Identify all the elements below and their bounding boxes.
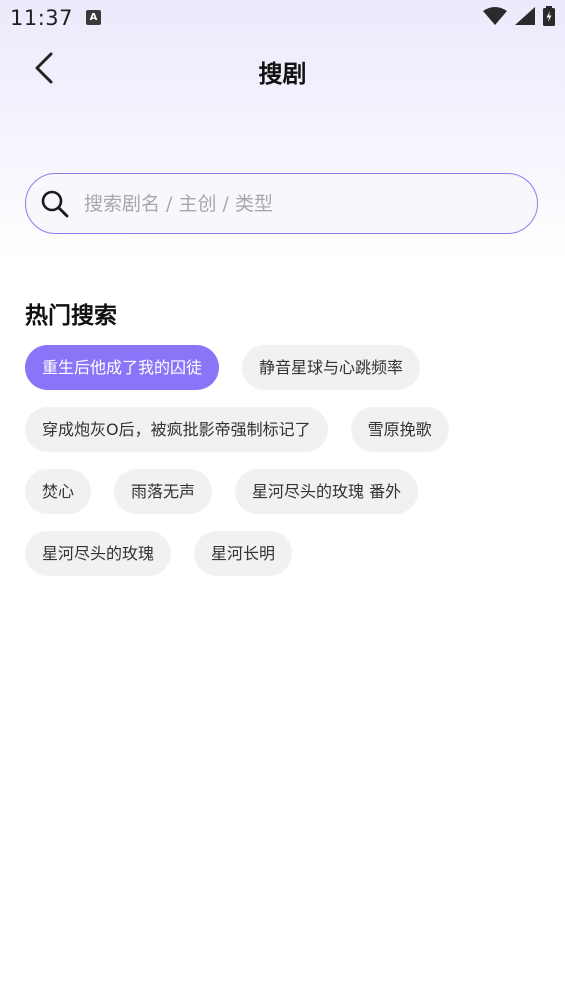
hot-search-tag[interactable]: 星河尽头的玫瑰 番外: [235, 469, 419, 514]
hot-search-tag[interactable]: 焚心: [25, 469, 92, 514]
search-bar[interactable]: [25, 173, 538, 234]
hot-search-tag[interactable]: 星河尽头的玫瑰: [25, 531, 172, 576]
notification-a-icon: A: [86, 10, 101, 25]
status-icons: [483, 6, 555, 30]
search-input[interactable]: [82, 182, 537, 225]
search-icon: [40, 189, 70, 219]
status-bar: 11:37 A: [0, 0, 565, 38]
hot-search-title: 热门搜索: [25, 303, 117, 329]
tag-row: 穿成炮灰O后，被疯批影帝强制标记了 雪原挽歌: [25, 407, 545, 452]
hot-search-tag[interactable]: 静音星球与心跳频率: [242, 345, 421, 390]
wifi-icon: [483, 7, 507, 29]
hot-search-tag[interactable]: 星河长明: [194, 531, 293, 576]
page-title: 搜剧: [258, 60, 307, 88]
hot-search-tags: 重生后他成了我的囚徒 静音星球与心跳频率 穿成炮灰O后，被疯批影帝强制标记了 雪…: [25, 345, 545, 593]
hot-search-tag[interactable]: 穿成炮灰O后，被疯批影帝强制标记了: [25, 407, 328, 452]
tag-row: 重生后他成了我的囚徒 静音星球与心跳频率: [25, 345, 545, 390]
battery-icon: [543, 6, 555, 30]
tag-row: 焚心 雨落无声 星河尽头的玫瑰 番外: [25, 469, 545, 514]
status-time: 11:37: [10, 6, 74, 30]
hot-search-tag[interactable]: 雨落无声: [114, 469, 213, 514]
top-bar: 搜剧: [0, 40, 565, 100]
hot-search-tag[interactable]: 雪原挽歌: [350, 407, 449, 452]
hot-search-tag[interactable]: 重生后他成了我的囚徒: [25, 345, 220, 390]
cellular-signal-icon: [515, 7, 535, 29]
tag-row: 星河尽头的玫瑰 星河长明: [25, 531, 545, 576]
